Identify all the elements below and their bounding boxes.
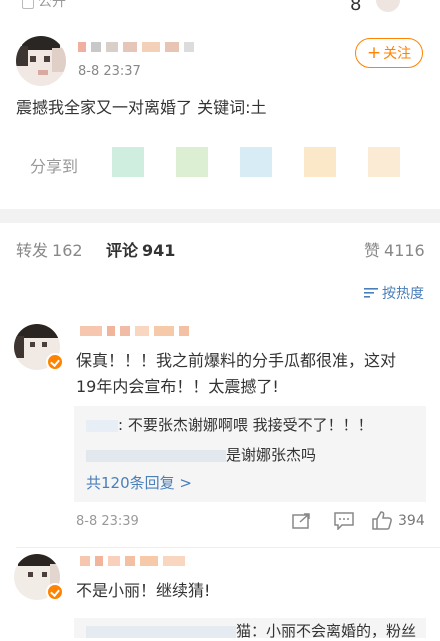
comment-item: 不是小丽！继续猜! 猫：小丽不会离婚的，粉丝 xyxy=(0,552,440,640)
share-label: 分享到 xyxy=(30,157,79,176)
commenter-name-blurred[interactable] xyxy=(80,326,189,336)
top-strip: 公开 8 xyxy=(0,0,440,15)
like-count: 394 xyxy=(398,512,425,529)
sort-icon xyxy=(364,288,378,298)
thumbs-up-icon xyxy=(372,511,392,530)
post-content: 震撼我全家又一对离婚了 关键词:土 xyxy=(16,98,267,117)
comment-text: 保真！！！我之前爆料的分手瓜都很准，这对19年内会宣布！！太震撼了! xyxy=(76,351,397,396)
verified-badge-icon xyxy=(46,353,64,371)
commenter-name-blurred[interactable] xyxy=(80,556,185,566)
author-avatar[interactable] xyxy=(16,36,66,86)
tab-comments[interactable]: 评论 941 xyxy=(106,237,175,261)
reply-item: : 不要张杰谢娜啊喂 我接受不了！！！ xyxy=(86,414,373,435)
share-moments-icon[interactable] xyxy=(176,147,208,177)
reply-author-blurred xyxy=(86,449,226,462)
reply-author-blurred xyxy=(86,625,236,638)
share-comment-button[interactable] xyxy=(292,512,312,530)
reply-box[interactable]: 猫：小丽不会离婚的，粉丝 xyxy=(74,618,426,641)
tab-reposts[interactable]: 转发 162 xyxy=(16,237,83,261)
comment-text: 不是小丽！继续猜! xyxy=(76,581,211,600)
share-qq-icon[interactable] xyxy=(240,147,272,177)
reply-box[interactable]: : 不要张杰谢娜啊喂 我接受不了！！！ 是谢娜张杰吗 共120条回复 > xyxy=(74,406,426,502)
tab-likes[interactable]: 赞 4116 xyxy=(364,237,425,261)
share-wechat-icon[interactable] xyxy=(112,147,144,177)
comment-divider xyxy=(16,547,440,548)
reply-item: 猫：小丽不会离婚的，粉丝 xyxy=(86,620,416,641)
reply-item: 是谢娜张杰吗 xyxy=(86,444,316,465)
comment-time: 8-8 23:39 xyxy=(76,514,139,529)
post-time: 8-8 23:37 xyxy=(78,64,141,79)
lock-icon xyxy=(22,0,34,9)
share-more-icon[interactable] xyxy=(368,147,400,177)
section-divider xyxy=(0,209,440,223)
follow-button[interactable]: + 关注 xyxy=(355,38,423,68)
sort-by-hot-button[interactable]: 按热度 xyxy=(364,283,424,303)
visibility-indicator: 公开 xyxy=(22,0,66,11)
comment-icon xyxy=(334,512,354,530)
more-replies-link[interactable]: 共120条回复 > xyxy=(86,472,192,493)
post-card: 8-8 23:37 + 关注 震撼我全家又一对离婚了 关键词:土 分享到 xyxy=(0,14,440,209)
reply-author-blurred xyxy=(86,419,118,432)
verified-badge-icon xyxy=(46,583,64,601)
svg-text:8: 8 xyxy=(350,0,361,15)
author-name-blurred[interactable] xyxy=(78,42,194,52)
comment-item: 保真！！！我之前爆料的分手瓜都很准，这对19年内会宣布！！太震撼了! : 不要张… xyxy=(0,320,440,540)
reply-comment-button[interactable] xyxy=(334,512,354,530)
plus-icon: + xyxy=(366,42,382,63)
share-qzone-icon[interactable] xyxy=(304,147,336,177)
like-comment-button[interactable]: 394 xyxy=(372,511,425,530)
share-icon xyxy=(292,513,310,529)
visibility-label: 公开 xyxy=(38,0,66,10)
interaction-tabs: 转发 162 评论 941 赞 4116 xyxy=(0,223,440,273)
